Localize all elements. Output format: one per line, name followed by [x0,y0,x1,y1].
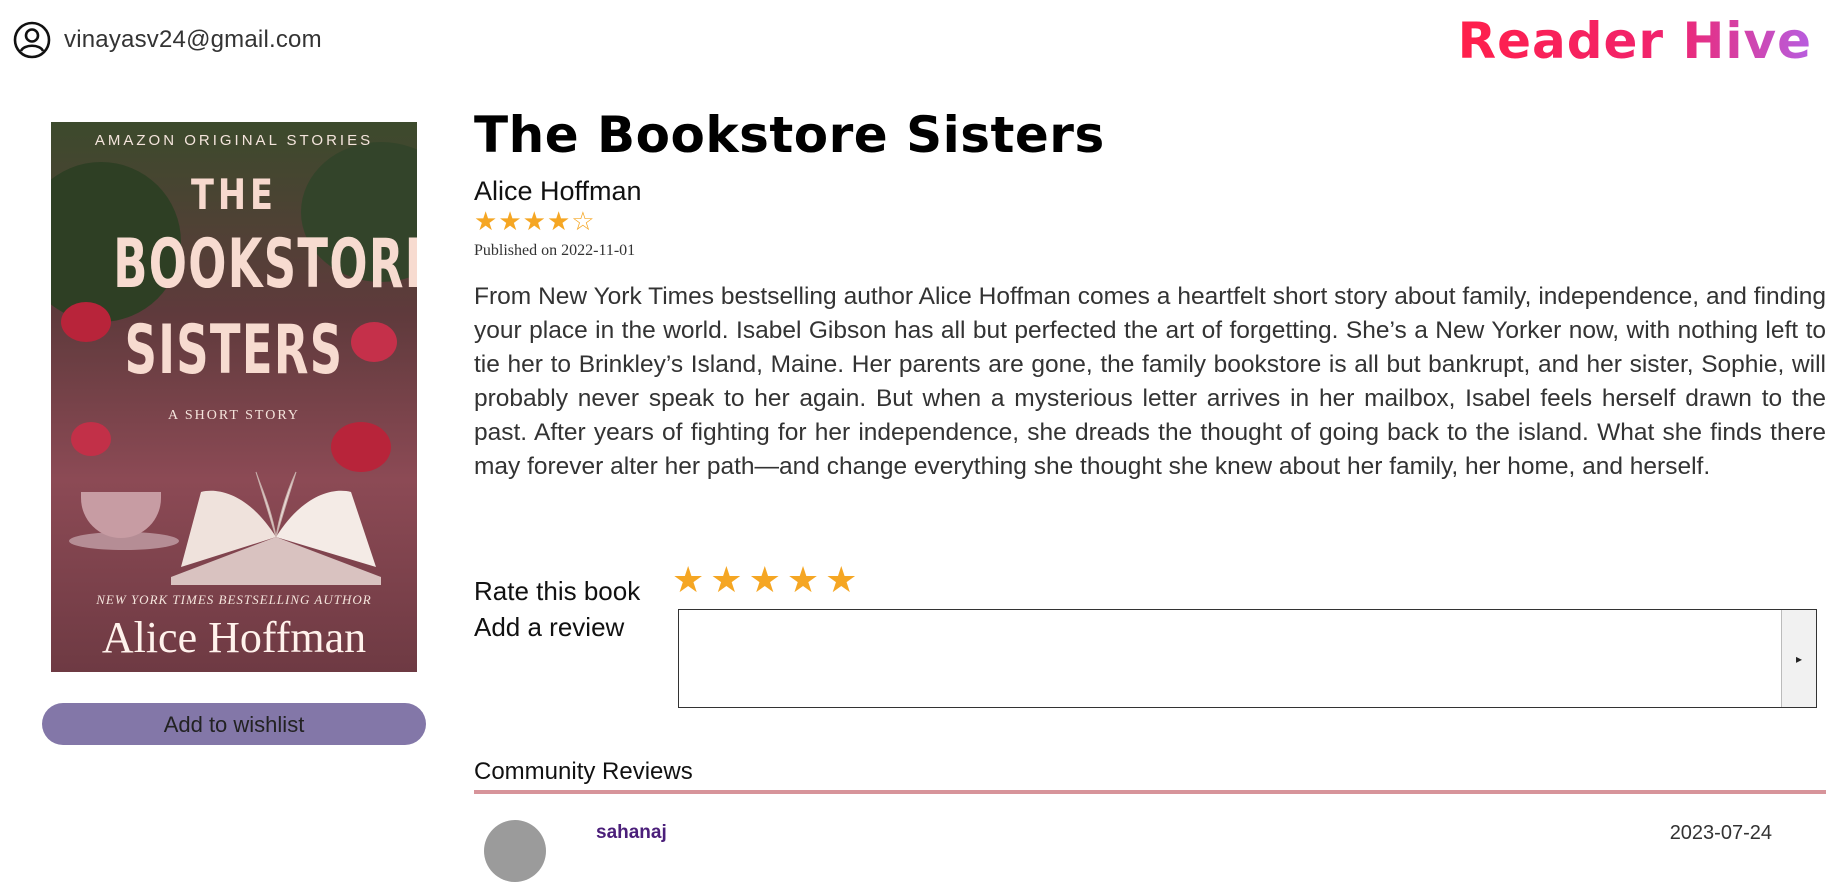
book-cover: AMAZON ORIGINAL STORIES THE BOOKSTORE SI… [51,122,417,672]
reviewer-name[interactable]: sahanaj [596,822,667,844]
book-author[interactable]: Alice Hoffman [474,176,642,207]
section-divider [474,790,1826,794]
star-filled-icon: ★ [546,207,571,237]
book-description: From New York Times bestselling author A… [474,283,1826,480]
review-date: 2023-07-24 [1669,822,1772,844]
rate-star-icon[interactable]: ★ [749,562,781,600]
rate-star-icon[interactable]: ★ [710,562,742,600]
review-box: ▸ [678,609,1817,708]
cover-title: BOOKSTORE SISTERS [113,222,417,394]
published-date: Published on 2022-11-01 [474,242,636,259]
rate-label: Rate this book [474,576,641,606]
user-account[interactable]: vinayasv24@gmail.com [12,20,322,60]
review-label: Add a review [474,612,625,642]
cover-byline: NEW YORK TIMES BESTSELLING AUTHOR [96,592,372,607]
community-reviews-heading: Community Reviews [474,758,693,785]
review-input[interactable] [679,610,1781,707]
star-empty-icon: ☆ [571,207,595,237]
user-circle-icon [13,21,51,59]
cover-the: THE [191,170,277,219]
cover-title-line1: BOOKSTORE [113,225,417,304]
teacup-illustration [81,492,161,538]
user-email: vinayasv24@gmail.com [64,26,322,53]
triangle-right-icon: ▸ [1795,651,1803,666]
add-to-wishlist-button[interactable]: Add to wishlist [42,703,426,745]
cover-author: Alice Hoffman [101,613,367,662]
star-filled-icon: ★ [474,207,498,237]
submit-review-button[interactable]: ▸ [1781,610,1816,707]
book-title: The Bookstore Sisters [474,106,1105,164]
open-book-illustration [171,471,381,585]
cover-title-line2: SISTERS [124,311,344,390]
rate-star-icon[interactable]: ★ [787,562,819,600]
star-filled-icon: ★ [498,207,522,237]
rate-stars[interactable]: ★ ★ ★ ★ ★ [672,562,857,600]
brand-logo[interactable]: Reader Hive [1458,12,1812,70]
rate-star-icon[interactable]: ★ [672,562,704,600]
cover-top-text: AMAZON ORIGINAL STORIES [94,132,374,149]
rate-star-icon[interactable]: ★ [825,562,857,600]
cover-subtitle: A SHORT STORY [167,408,300,423]
average-rating: ★ ★ ★ ★ ☆ [474,208,595,236]
avatar [484,820,546,882]
star-filled-icon: ★ [522,207,546,237]
